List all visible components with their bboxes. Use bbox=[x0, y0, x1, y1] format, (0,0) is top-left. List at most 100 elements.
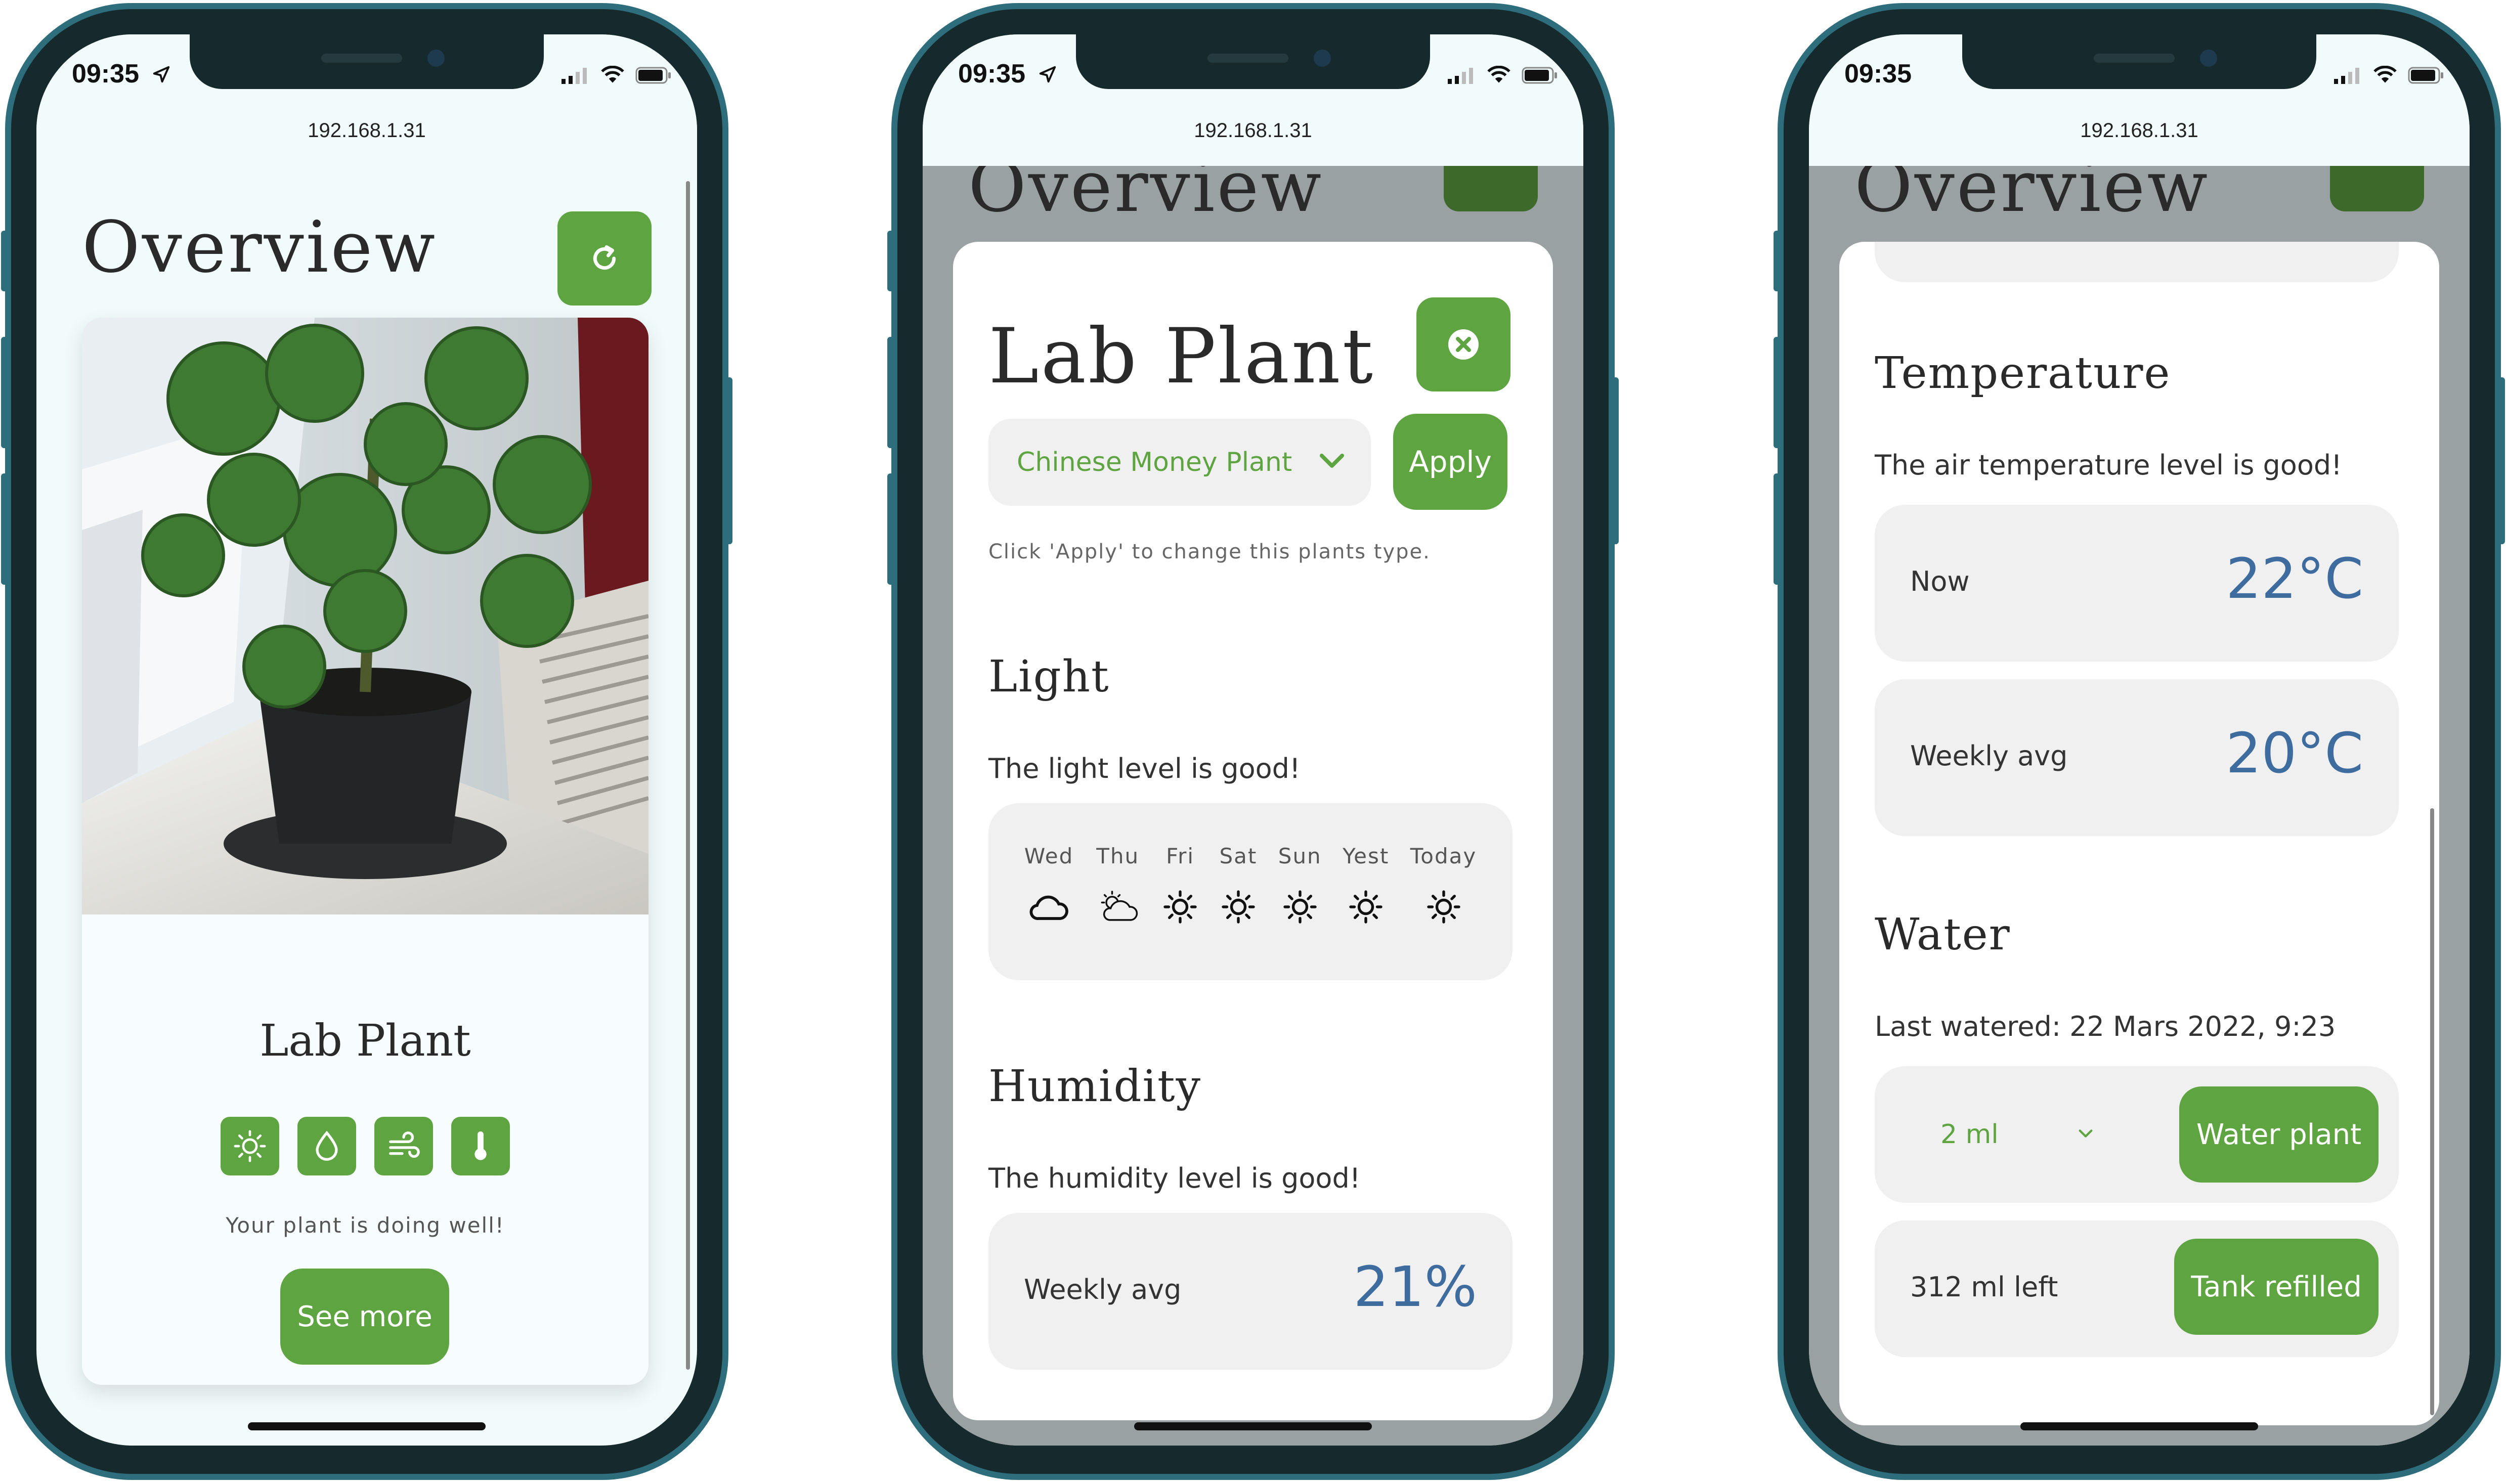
thermometer-icon bbox=[451, 1117, 510, 1175]
close-icon bbox=[1448, 329, 1479, 360]
side-button bbox=[1774, 473, 1781, 585]
temperature-now-label: Now bbox=[1910, 565, 1970, 597]
side-button bbox=[1774, 231, 1781, 291]
wifi-icon bbox=[601, 66, 624, 83]
notch bbox=[1076, 34, 1430, 89]
refresh-icon bbox=[593, 245, 616, 270]
light-heading: Light bbox=[988, 651, 1110, 702]
day-column: Today bbox=[1410, 844, 1477, 925]
sun-icon bbox=[1283, 890, 1317, 924]
temperature-heading: Temperature bbox=[1875, 348, 2171, 399]
notch bbox=[1962, 34, 2316, 89]
humidity-weekly-panel: Weekly avg 21% bbox=[988, 1213, 1513, 1370]
address-bar[interactable]: 192.168.1.31 bbox=[923, 119, 1583, 142]
temperature-weekly-value: 20°C bbox=[2226, 721, 2363, 785]
day-column: Yest bbox=[1343, 844, 1389, 925]
sun-icon bbox=[221, 1117, 279, 1175]
temperature-now-value: 22°C bbox=[2226, 546, 2363, 611]
refresh-button[interactable] bbox=[557, 211, 652, 305]
side-button bbox=[725, 377, 732, 544]
light-history-panel: Wed Thu Fri Sat Sun Yest Today bbox=[988, 803, 1513, 980]
day-label: Yest bbox=[1343, 844, 1390, 868]
side-button bbox=[2498, 377, 2505, 544]
location-arrow-icon bbox=[152, 65, 171, 86]
page-title: Overview bbox=[82, 206, 438, 289]
scrollbar[interactable] bbox=[2430, 808, 2434, 1415]
wifi-icon bbox=[1487, 66, 1510, 83]
side-button bbox=[887, 337, 894, 448]
partly-cloudy-icon bbox=[1101, 891, 1138, 921]
phone-overview: 09:35 192.168.1.31 Overview Lab Plant Yo… bbox=[1, 3, 732, 1480]
humidity-weekly-label: Weekly avg bbox=[1024, 1274, 1182, 1305]
address-bar[interactable]: 192.168.1.31 bbox=[1809, 119, 2470, 142]
signal-icon bbox=[561, 68, 587, 84]
humidity-weekly-value: 21% bbox=[1353, 1254, 1478, 1319]
apply-button[interactable]: Apply bbox=[1393, 414, 1507, 510]
chevron-down-icon bbox=[1319, 453, 1345, 468]
plant-photo bbox=[82, 318, 649, 914]
scrollbar[interactable] bbox=[686, 181, 690, 1370]
day-label: Sun bbox=[1278, 844, 1322, 868]
water-heading: Water bbox=[1875, 909, 2011, 960]
sun-icon bbox=[1222, 890, 1255, 924]
home-indicator[interactable] bbox=[1134, 1422, 1372, 1430]
screen: 09:35 192.168.1.31 Overview Temperature … bbox=[1809, 34, 2470, 1446]
day-label: Today bbox=[1410, 844, 1477, 868]
last-watered: Last watered: 22 Mars 2022, 9:23 bbox=[1875, 1011, 2336, 1042]
side-button bbox=[1, 231, 8, 291]
status-time: 09:35 bbox=[958, 59, 1025, 89]
tank-panel: 312 ml left Tank refilled bbox=[1875, 1220, 2399, 1357]
home-indicator[interactable] bbox=[248, 1422, 486, 1430]
temperature-now-panel: Now 22°C bbox=[1875, 505, 2399, 662]
plant-type-select[interactable]: Chinese Money Plant bbox=[988, 419, 1371, 506]
screen: 09:35 192.168.1.31 Overview Lab Plant Ch… bbox=[923, 34, 1583, 1446]
tank-left-text: 312 ml left bbox=[1910, 1271, 2058, 1303]
home-indicator[interactable] bbox=[2020, 1422, 2258, 1430]
day-column: Sat bbox=[1220, 844, 1258, 925]
side-button bbox=[887, 231, 894, 291]
screen: 09:35 192.168.1.31 Overview Lab Plant Yo… bbox=[36, 34, 697, 1446]
address-bar[interactable]: 192.168.1.31 bbox=[36, 119, 697, 142]
side-button bbox=[1774, 337, 1781, 448]
notch bbox=[190, 34, 544, 89]
cloud-icon bbox=[1030, 895, 1069, 920]
day-label: Thu bbox=[1096, 844, 1140, 868]
sun-icon bbox=[1349, 890, 1382, 924]
tank-refilled-button[interactable]: Tank refilled bbox=[2174, 1239, 2379, 1335]
close-button[interactable] bbox=[1416, 297, 1510, 391]
day-label: Fri bbox=[1166, 844, 1195, 868]
previous-panel-edge bbox=[1875, 242, 2399, 282]
humidity-message: The humidity level is good! bbox=[988, 1162, 1361, 1194]
water-amount-select[interactable]: 2 ml bbox=[1875, 1066, 2077, 1203]
phone-modal-bottom: 09:35 192.168.1.31 Overview Temperature … bbox=[1774, 3, 2505, 1480]
plant-detail-modal-scrolled: Temperature The air temperature level is… bbox=[1839, 242, 2439, 1425]
plant-type-value: Chinese Money Plant bbox=[1017, 447, 1292, 477]
day-label: Sat bbox=[1219, 844, 1258, 868]
phone-modal-top: 09:35 192.168.1.31 Overview Lab Plant Ch… bbox=[887, 3, 1619, 1480]
status-time: 09:35 bbox=[1844, 59, 1912, 89]
humidity-heading: Humidity bbox=[988, 1061, 1202, 1112]
sun-icon bbox=[1427, 890, 1460, 924]
day-column: Fri bbox=[1162, 844, 1198, 925]
sun-icon bbox=[1163, 890, 1197, 924]
see-more-button[interactable]: See more bbox=[280, 1269, 449, 1365]
plant-name: Lab Plant bbox=[260, 1016, 471, 1066]
water-plant-button[interactable]: Water plant bbox=[2179, 1086, 2379, 1183]
signal-icon bbox=[1448, 68, 1473, 84]
side-button bbox=[887, 473, 894, 585]
wind-icon bbox=[374, 1117, 433, 1175]
battery-icon bbox=[2408, 67, 2443, 84]
day-column: Thu bbox=[1095, 844, 1141, 925]
day-column: Wed bbox=[1024, 844, 1074, 925]
plant-type-hint: Click 'Apply' to change this plants type… bbox=[988, 540, 1431, 563]
temperature-weekly-label: Weekly avg bbox=[1910, 740, 2068, 772]
battery-icon bbox=[1522, 67, 1557, 84]
wifi-icon bbox=[2373, 66, 2397, 83]
chevron-down-icon[interactable] bbox=[2077, 1127, 2094, 1140]
water-amount-value: 2 ml bbox=[1940, 1119, 1999, 1150]
status-time: 09:35 bbox=[72, 59, 139, 89]
temperature-weekly-panel: Weekly avg 20°C bbox=[1875, 679, 2399, 836]
droplet-icon bbox=[297, 1117, 356, 1175]
light-message: The light level is good! bbox=[988, 753, 1301, 784]
plant-detail-modal: Lab Plant Chinese Money Plant Apply Clic… bbox=[953, 242, 1553, 1420]
